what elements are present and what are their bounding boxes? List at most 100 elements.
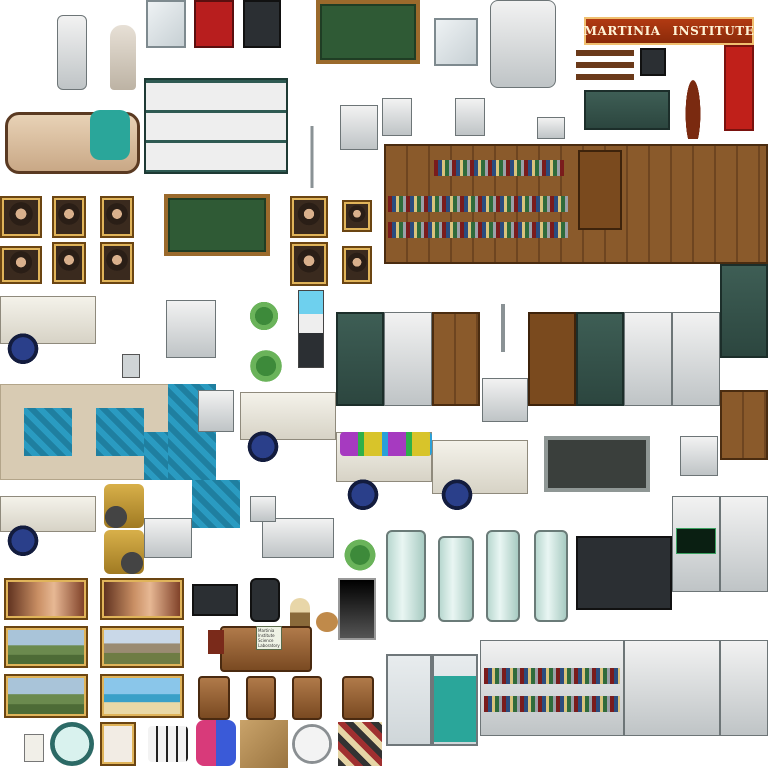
bench-left (144, 518, 192, 558)
book-display-rows (484, 668, 620, 684)
bench-right (262, 518, 334, 558)
rifle-rack (576, 50, 634, 86)
books-stack (208, 630, 224, 654)
bread-basket (316, 612, 338, 632)
portrait-6 (100, 242, 134, 284)
portrait-1 (0, 196, 42, 238)
can-shelf (720, 640, 768, 736)
calendar (24, 734, 44, 762)
sign-text-left: MARTINIA (583, 24, 661, 38)
oven (720, 496, 768, 592)
portrait-2 (52, 196, 86, 238)
black-screen (338, 578, 376, 640)
cryo-tube-3 (486, 530, 520, 622)
book-rows-2 (388, 222, 568, 238)
potted-plant-cluster (246, 298, 282, 334)
portrait-4 (0, 246, 42, 284)
book-display-shelf (480, 640, 624, 736)
locker-1 (336, 312, 384, 406)
bookcase-small (432, 312, 480, 406)
portrait-10 (342, 246, 372, 284)
pool-ladder (198, 390, 234, 432)
printer (250, 496, 276, 522)
refrigerator (384, 312, 432, 406)
bookcase-low (720, 390, 768, 460)
wardrobe (578, 150, 622, 230)
office-chair-4 (440, 476, 474, 510)
wood-floor-tile (240, 720, 288, 768)
chemical-jars (340, 432, 432, 456)
cryo-tube-1 (386, 530, 426, 622)
wooden-chair-3 (292, 676, 322, 720)
medical-monitor-stand (57, 15, 87, 90)
vending-machine (194, 0, 234, 48)
institute-sign: MARTINIA INSTITUTE (584, 17, 754, 45)
towel-rack (537, 117, 565, 139)
drinks-fridge (624, 312, 672, 406)
office-chair-2 (246, 428, 280, 462)
wall-clock-silver (292, 724, 332, 764)
water-cooler (298, 290, 324, 368)
wheelchair-1 (104, 484, 144, 528)
pistols (640, 48, 666, 76)
painting-castle (4, 626, 88, 668)
pool-water-1 (24, 408, 72, 456)
painting-reclining-2 (100, 578, 184, 620)
sofa-blanket (90, 110, 130, 160)
dress-mannequin (110, 25, 136, 90)
security-door (576, 536, 672, 610)
microscope-small (122, 354, 140, 378)
turnstile-gate (166, 300, 216, 358)
wooden-chair-4 (342, 676, 374, 720)
chalkboard-mid (164, 194, 270, 256)
terminal-screen (676, 528, 716, 554)
bed-blanket (434, 676, 476, 742)
dark-cabinet (243, 0, 281, 48)
pool-water-5 (192, 480, 240, 528)
store-shelf-unit (144, 78, 288, 174)
cryo-tube-2 (438, 536, 474, 622)
portrait-9 (290, 242, 328, 286)
magazine-stack (338, 722, 382, 766)
wall-heater (680, 436, 718, 476)
glass-panel (434, 18, 478, 66)
iv-drip-stand (296, 126, 328, 188)
wall-clock-teal (50, 722, 94, 766)
green-display-counter (584, 90, 670, 130)
sink-left (340, 105, 378, 150)
wooden-chair-1 (198, 676, 230, 720)
painting-reclining (4, 578, 88, 620)
portrait-3 (100, 196, 134, 238)
painting-castle-2 (100, 626, 184, 668)
wheelchair-2 (104, 530, 144, 574)
dish-shelf (624, 640, 720, 736)
pool-water-4 (144, 432, 168, 480)
leather-armchair (250, 578, 280, 622)
shower-head (494, 304, 512, 352)
institute-banner (724, 45, 754, 131)
shelf-cans (672, 312, 720, 406)
portrait-5 (52, 242, 86, 284)
book-rows-1 (388, 196, 568, 212)
chalkboard-top (316, 0, 420, 64)
locker-2 (576, 312, 624, 406)
sink-small (455, 98, 485, 136)
office-chair-5 (6, 522, 40, 556)
plant-planter (244, 348, 288, 384)
desk-note: Martinia Institute Science Laboratory (256, 626, 282, 650)
portrait-8 (342, 200, 372, 232)
note-line-4: Laboratory (258, 643, 280, 648)
office-chair-3 (346, 476, 380, 510)
plant-pots (338, 538, 382, 572)
book-rows-3 (434, 160, 564, 176)
cryo-tube-4 (534, 530, 568, 622)
office-chair-1 (6, 330, 40, 364)
wooden-chair-2 (246, 676, 276, 720)
painting-beach (100, 674, 184, 718)
shower-tray (482, 378, 528, 422)
portrait-7 (290, 196, 328, 238)
lab-machine (490, 0, 556, 88)
violin (680, 55, 706, 139)
sink-right (382, 98, 412, 136)
painting-palace (4, 674, 88, 718)
